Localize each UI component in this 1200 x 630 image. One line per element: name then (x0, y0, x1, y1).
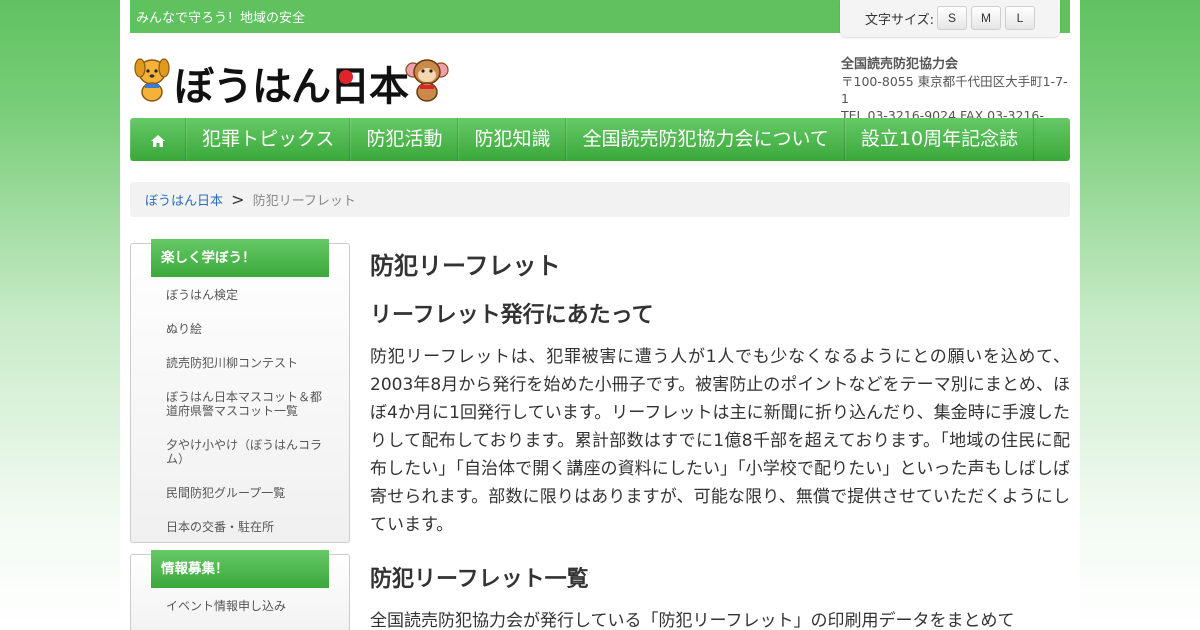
dog-mascot-icon (134, 58, 170, 102)
section-body: 防犯リーフレットは、犯罪被害に遭う人が1人でも少なくなるようにとの願いを込めて、… (370, 347, 1070, 535)
nav-crime-topics[interactable]: 犯罪トピックス (186, 118, 351, 161)
breadcrumb-separator: > (231, 190, 245, 209)
site-logo[interactable]: ぼうはん日本 (132, 52, 452, 110)
monkey-mascot-icon (405, 59, 449, 102)
nav-crime-prevention-activities[interactable]: 防犯活動 (350, 118, 459, 161)
nav-crime-prevention-knowledge[interactable]: 防犯知識 (458, 118, 567, 161)
section-heading: 防犯リーフレット一覧 (370, 567, 589, 592)
sidebar-item-event-application[interactable]: イベント情報申し込み (166, 599, 326, 613)
page-title: 防犯リーフレット (370, 252, 561, 280)
red-dot-icon (339, 70, 353, 84)
sidebar-item-mascot-list[interactable]: ぼうはん日本マスコット＆都道府県警マスコット一覧 (166, 390, 326, 418)
sidebar-item-coloring[interactable]: ぬり絵 (166, 322, 326, 336)
nav-anniversary-magazine[interactable]: 設立10周年記念誌 (844, 118, 1035, 161)
nav-about-association[interactable]: 全国読売防犯協力会について (566, 118, 845, 161)
font-size-medium-button[interactable]: M (971, 6, 1001, 30)
breadcrumb-home-link[interactable]: ぼうはん日本 (145, 194, 223, 209)
sidebar-item-police-boxes[interactable]: 日本の交番・駐在所 (166, 520, 326, 534)
home-icon (151, 134, 165, 147)
breadcrumb: ぼうはん日本 > 防犯リーフレット (130, 182, 1070, 217)
sidebar-box-title: 情報募集！ (151, 550, 329, 588)
logo-wordmark: ぼうはん日本 (174, 64, 409, 110)
nav-home[interactable] (130, 118, 186, 161)
font-size-small-button[interactable]: S (937, 6, 967, 30)
top-bar: みんなで守ろう！地域の安全 文字サイズ: S M L (130, 0, 1070, 37)
page-container: みんなで守ろう！地域の安全 文字サイズ: S M L ぼうはん日本 全国読売防犯… (120, 0, 1080, 630)
sidebar-item-bouhan-kentei[interactable]: ぼうはん検定 (166, 288, 326, 302)
font-size-large-button[interactable]: L (1005, 6, 1035, 30)
sidebar-item-column[interactable]: 夕やけ小やけ（ぼうはんコラム） (166, 438, 326, 466)
sidebar-item-senryu-contest[interactable]: 読売防犯川柳コンテスト (166, 356, 326, 370)
sidebar-box-title: 楽しく学ぼう！ (151, 239, 329, 277)
section-body: 全国読売防犯協力会が発行している「防犯リーフレット」の印刷用データをまとめて (370, 611, 1015, 630)
breadcrumb-current: 防犯リーフレット (252, 194, 356, 209)
font-size-label: 文字サイズ: (865, 13, 934, 28)
section-heading: リーフレット発行にあたって (370, 303, 654, 328)
sidebar-menu: ぼうはん検定 ぬり絵 読売防犯川柳コンテスト ぼうはん日本マスコット＆都道府県警… (166, 288, 326, 554)
organization-name: 全国読売防犯協力会 (841, 57, 959, 72)
sidebar-box-info: 情報募集！ イベント情報申し込み (130, 550, 350, 630)
organization-address: 〒100-8055 東京都千代田区大手町1-7-1 (841, 74, 1068, 106)
main-content: 防犯リーフレット リーフレット発行にあたって 防犯リーフレットは、犯罪被害に遭う… (370, 246, 1070, 630)
main-navigation: 犯罪トピックス 防犯活動 防犯知識 全国読売防犯協力会について 設立10周年記念… (130, 118, 1070, 161)
site-tagline: みんなで守ろう！地域の安全 (136, 11, 306, 26)
sidebar-item-groups-list[interactable]: 民間防犯グループ一覧 (166, 486, 326, 500)
font-size-switcher: 文字サイズ: S M L (840, 0, 1060, 37)
sidebar-box-learn: 楽しく学ぼう！ ぼうはん検定 ぬり絵 読売防犯川柳コンテスト ぼうはん日本マスコ… (130, 239, 350, 543)
sidebar-menu: イベント情報申し込み (166, 599, 326, 630)
